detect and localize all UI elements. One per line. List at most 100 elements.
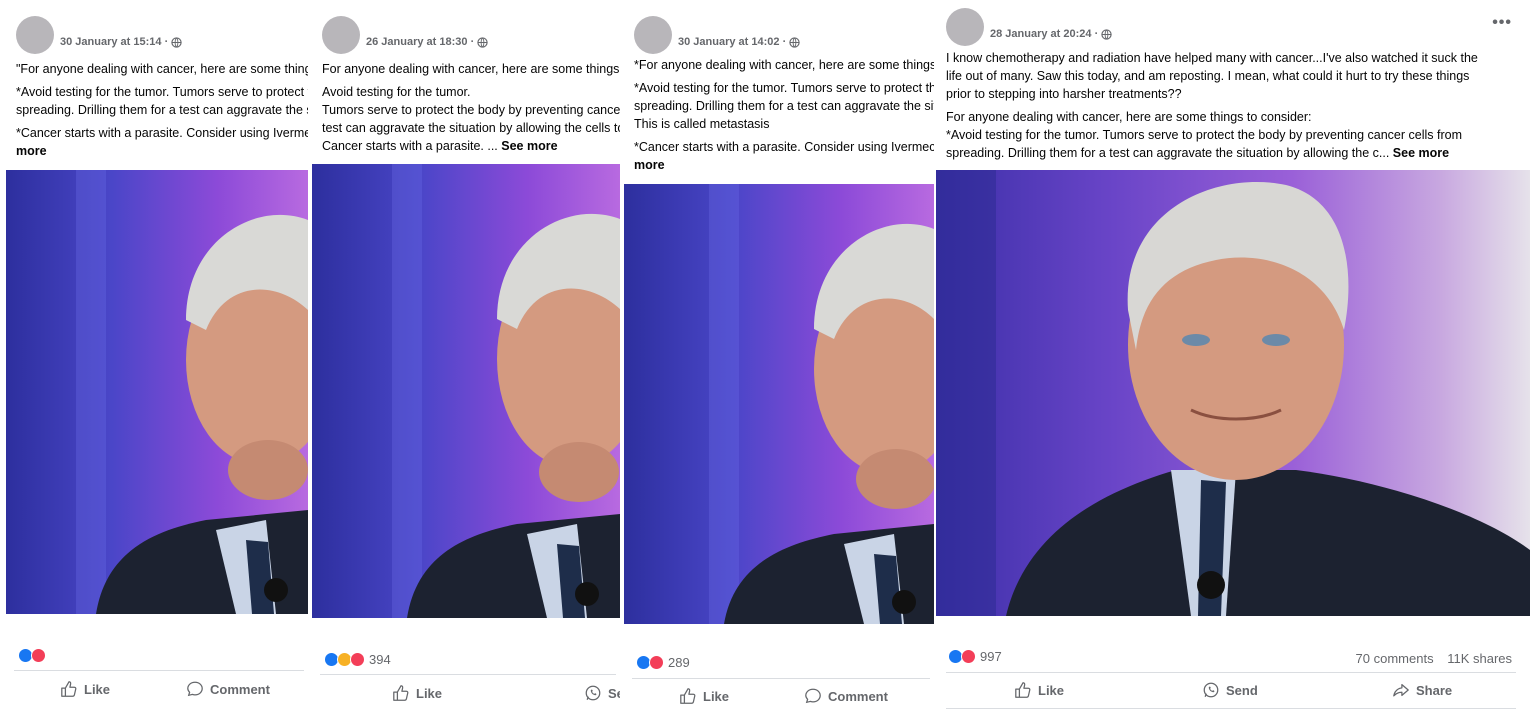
see-more-link[interactable]: more [16,144,47,158]
post-photo[interactable] [624,184,934,624]
post-timestamp[interactable]: 26 January at 18:30 · [366,36,474,48]
divider [632,678,930,679]
reaction-summary[interactable]: 289 [636,655,690,670]
post-paragraph: *Cancer starts with a parasite. Consider… [16,126,308,140]
post-paragraph: For anyone dealing with cancer, here are… [322,62,620,76]
like-button[interactable]: Like [679,687,729,705]
post-paragraph: *For anyone dealing with cancer, here ar… [634,58,934,72]
avatar[interactable] [322,16,360,54]
post-card-1: 30 January at 15:14 · "For anyone dealin… [6,8,308,722]
share-arrow-icon [1393,683,1409,697]
see-more-link[interactable]: See more [1393,146,1449,160]
avatar[interactable] [946,8,984,46]
reaction-count: 394 [369,652,391,667]
like-label: Like [416,685,443,701]
post-photo[interactable] [6,170,308,614]
like-label: Like [1038,682,1065,698]
post-photo[interactable] [312,164,620,618]
post-paragraph: prior to stepping into harsher treatment… [946,87,1182,101]
divider [14,670,304,671]
comments-count[interactable]: 70 comments [1356,651,1434,666]
post-paragraph: For anyone dealing with cancer, here are… [946,110,1312,124]
post-paragraph: spreading. Drilling them for a test can … [634,99,934,113]
thumbs-up-icon [680,688,696,704]
love-reaction-icon [350,652,365,667]
post-header: 26 January at 18:30 · [322,16,488,54]
post-paragraph: spreading. Drilling them for a test can … [16,103,308,117]
share-button[interactable]: Share [1392,681,1452,699]
whatsapp-send-icon [1203,682,1219,698]
whatsapp-send-icon [585,685,601,701]
globe-icon [1101,28,1112,40]
globe-icon [477,36,488,48]
reaction-summary[interactable] [18,648,50,663]
like-label: Like [84,681,111,697]
reaction-summary[interactable]: 394 [324,652,391,667]
reaction-summary[interactable]: 997 [948,649,1002,664]
divider [320,674,616,675]
thumbs-up-icon [393,685,409,701]
comment-bubble-icon [805,688,821,704]
like-button[interactable]: Like [60,680,110,698]
divider [946,708,1516,709]
portrait-image [6,170,308,614]
post-photo[interactable] [936,170,1530,616]
send-label: Send [1226,682,1258,698]
see-more-link[interactable]: more [634,158,665,172]
post-text: *For anyone dealing with cancer, here ar… [634,56,934,174]
reaction-count: 289 [668,655,690,670]
post-paragraph: *Cancer starts with a parasite. Consider… [634,140,934,154]
comment-label: Comment [828,688,888,704]
post-paragraph: I know chemotherapy and radiation have h… [946,51,1478,65]
send-button[interactable]: Send [1202,681,1258,699]
globe-icon [171,36,182,48]
post-paragraph: life out of many. Saw this today, and am… [946,69,1470,83]
share-label: Share [1416,682,1453,698]
comment-button[interactable]: Comment [804,687,888,705]
post-header: 30 January at 14:02 · [634,16,800,54]
engagement-stats: 70 comments 11K shares [1346,651,1512,666]
thumbs-up-icon [61,681,77,697]
avatar[interactable] [16,16,54,54]
post-timestamp[interactable]: 30 January at 15:14 · [60,36,168,48]
post-paragraph: This is called metastasis [634,117,770,131]
love-reaction-icon [961,649,976,664]
like-button[interactable]: Like [392,684,442,702]
post-paragraph: Avoid testing for the tumor. [322,85,471,99]
post-paragraph: "For anyone dealing with cancer, here ar… [16,62,308,76]
post-paragraph: spreading. Drilling them for a test can … [946,146,1390,160]
post-paragraph: Cancer starts with a parasite. ... [322,139,498,153]
post-paragraph: *Avoid testing for the tumor. Tumors ser… [634,81,934,95]
like-button[interactable]: Like [1014,681,1064,699]
globe-icon [789,36,800,48]
more-options-icon[interactable]: ••• [1492,14,1512,32]
thumbs-up-icon [1015,682,1031,698]
post-timestamp[interactable]: 28 January at 20:24 · [990,28,1098,40]
post-card-3: 30 January at 14:02 · *For anyone dealin… [624,6,934,722]
post-text: "For anyone dealing with cancer, here ar… [16,60,308,160]
post-card-2: 26 January at 18:30 · For anyone dealing… [312,8,620,722]
post-paragraph: Tumors serve to protect the body by prev… [322,103,620,117]
post-paragraph: test can aggravate the situation by allo… [322,121,620,135]
like-label: Like [703,688,730,704]
comment-label: Comment [210,681,270,697]
post-paragraph: *Avoid testing for the tumor. Tumors ser… [16,85,308,99]
comment-bubble-icon [187,681,203,697]
see-more-link[interactable]: See more [501,139,557,153]
post-timestamp[interactable]: 30 January at 14:02 · [678,36,786,48]
post-text: I know chemotherapy and radiation have h… [946,49,1520,162]
post-text: For anyone dealing with cancer, here are… [322,60,620,155]
portrait-image [624,184,934,624]
avatar[interactable] [634,16,672,54]
post-header: 30 January at 15:14 · [16,16,182,54]
post-header: 28 January at 20:24 · [946,8,1112,46]
send-label: Send [608,685,620,701]
portrait-image [312,164,620,618]
shares-count[interactable]: 11K shares [1447,651,1512,666]
post-paragraph: *Avoid testing for the tumor. Tumors ser… [946,128,1462,142]
comment-button[interactable]: Comment [186,680,270,698]
send-button[interactable]: Send [584,684,620,702]
portrait-image [936,170,1530,616]
love-reaction-icon [649,655,664,670]
divider [946,672,1516,673]
